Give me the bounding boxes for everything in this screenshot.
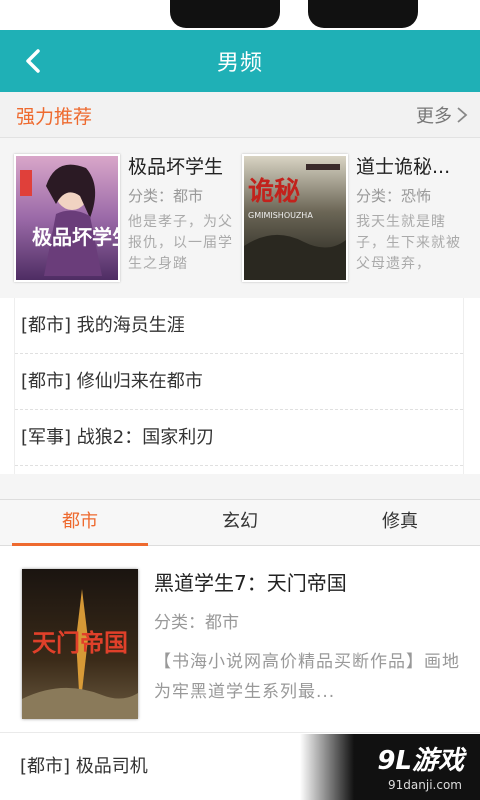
watermark-url: 91danji.com <box>388 778 462 792</box>
cover-title-text: 极品坏学生 <box>32 225 118 249</box>
book-card[interactable]: 天门帝国 黑道学生7：天门帝国 分类：都市 【书海小说网高价精品买断作品】画地为… <box>0 547 480 733</box>
list-item[interactable]: [都市] 修仙归来在都市 <box>15 354 463 410</box>
featured-book-card[interactable]: 极品坏学生 极品坏学生 分类：都市 他是孝子，为父报仇，以一届学生之身踏 <box>14 154 242 286</box>
nav-bar: 男频 <box>0 30 480 92</box>
section-divider <box>0 474 480 500</box>
book-cover: 天门帝国 <box>22 569 138 719</box>
recommend-header: 强力推荐 更多 <box>0 92 480 138</box>
back-button[interactable] <box>8 30 58 92</box>
featured-books: 极品坏学生 极品坏学生 分类：都市 他是孝子，为父报仇，以一届学生之身踏 诡秘 … <box>0 138 480 298</box>
book-description: 【书海小说网高价精品买断作品】画地为牢黑道学生系列最... <box>154 652 460 702</box>
more-label: 更多 <box>416 106 452 127</box>
book-category: 分类：都市 <box>154 613 239 633</box>
recommend-title: 强力推荐 <box>16 106 93 128</box>
recommend-list: [都市] 我的海员生涯 [都市] 修仙归来在都市 [军事] 战狼2：国家利刃 <box>14 298 464 474</box>
list-item[interactable]: [都市] 我的海员生涯 <box>15 298 463 354</box>
list-item[interactable]: [军事] 战狼2：国家利刃 <box>15 410 463 466</box>
book-title: 极品坏学生 <box>128 156 224 178</box>
page-title: 男频 <box>216 51 263 76</box>
book-cover: 诡秘 GMIMISHOUZHA <box>242 154 348 282</box>
book-title: 黑道学生7：天门帝国 <box>154 571 347 595</box>
featured-book-card[interactable]: 诡秘 GMIMISHOUZHA 道士诡秘... 分类：恐怖 我天生就是瞎子，生下… <box>242 154 470 286</box>
status-bar-redaction <box>308 0 418 28</box>
more-button[interactable]: 更多 <box>416 102 468 128</box>
cover-subtitle-text: GMIMISHOUZHA <box>248 211 313 220</box>
book-description: 我天生就是瞎子，生下来就被父母遗弃， <box>356 214 461 272</box>
list-item-label: [都市] 极品司机 <box>20 756 148 777</box>
status-bar-redaction <box>170 0 280 28</box>
book-category: 分类：恐怖 <box>356 187 432 205</box>
book-cover: 极品坏学生 <box>14 154 120 282</box>
book-cover-art: 极品坏学生 <box>16 156 118 280</box>
category-tabs: 都市 玄幻 修真 <box>0 500 480 546</box>
book-description: 他是孝子，为父报仇，以一届学生之身踏 <box>128 214 233 272</box>
tab-xuanhuan[interactable]: 玄幻 <box>160 500 320 545</box>
book-cover-art: 诡秘 GMIMISHOUZHA <box>244 156 346 280</box>
tab-xiuzhen[interactable]: 修真 <box>320 500 480 545</box>
watermark-logo: 9L游戏 91danji.com <box>300 734 480 800</box>
cover-title-text: 诡秘 <box>248 176 300 207</box>
cover-title-text: 天门帝国 <box>32 629 128 657</box>
book-title: 道士诡秘... <box>356 156 451 178</box>
tab-dushi[interactable]: 都市 <box>0 500 160 546</box>
watermark-text: 9L游戏 <box>377 746 464 776</box>
status-bar <box>0 0 480 30</box>
book-cover-art: 天门帝国 <box>22 569 138 719</box>
chevron-right-icon <box>457 107 468 123</box>
chevron-left-icon <box>26 49 40 73</box>
book-category: 分类：都市 <box>128 187 204 205</box>
